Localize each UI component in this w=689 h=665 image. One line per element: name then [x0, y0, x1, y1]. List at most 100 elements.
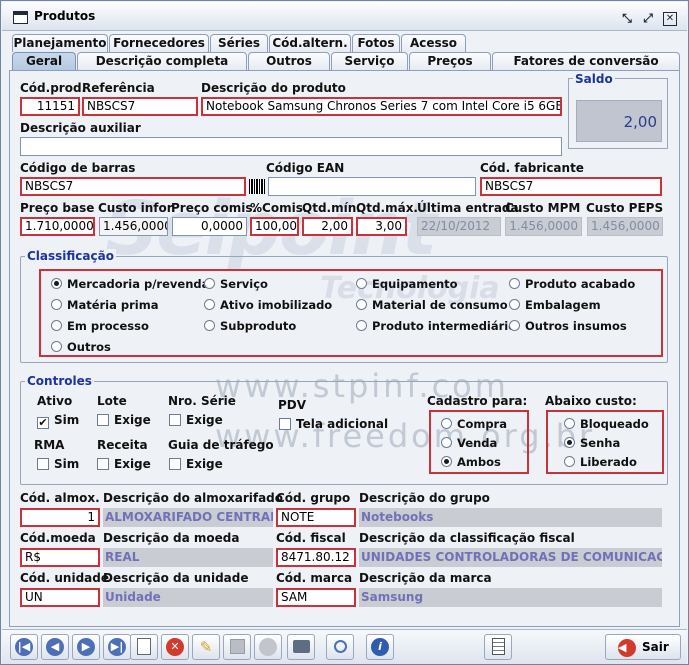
custo-mpm-field: 1.456,0000 — [505, 217, 582, 236]
referencia-field[interactable]: NBSCS7 — [82, 97, 198, 116]
radio-outros-insumos[interactable]: Outros insumos — [509, 319, 627, 333]
cod-fiscal-field[interactable]: 8471.80.12 — [276, 548, 356, 567]
guia-trafego-checkbox[interactable]: Exige — [169, 457, 223, 471]
radio-compra[interactable]: Compra — [441, 417, 507, 431]
barcode-icon[interactable] — [249, 179, 265, 194]
close-icon[interactable]: ✕ — [663, 12, 677, 26]
first-icon: |◀ — [15, 637, 33, 656]
tab-outros[interactable]: Outros — [248, 52, 330, 70]
delete-button[interactable]: ✕ — [161, 634, 189, 660]
save-icon — [229, 639, 245, 654]
radio-ativo-imobilizado[interactable]: Ativo imobilizado — [204, 298, 332, 312]
maximize-icon[interactable]: ⤢ — [641, 12, 655, 26]
radio-produto-acabado[interactable]: Produto acabado — [509, 277, 635, 291]
tab-precos[interactable]: Preços — [409, 52, 491, 70]
radio-liberado[interactable]: Liberado — [564, 455, 637, 469]
new-record-button[interactable] — [130, 634, 158, 660]
desc-almox-label: Descrição do almoxarifado — [103, 491, 284, 505]
radio-outros[interactable]: Outros — [51, 340, 111, 354]
radio-button-icon — [509, 299, 520, 310]
minimize-icon[interactable]: ⤡ — [620, 12, 634, 26]
tab-descricao-completa[interactable]: Descrição completa — [77, 52, 247, 70]
radio-produto-intermediario[interactable]: Produto intermediário — [356, 319, 516, 333]
cancel-button[interactable] — [254, 634, 282, 660]
saldo-value: 2,00 — [576, 100, 662, 142]
radio-button-icon — [509, 278, 520, 289]
controles-group: Controles Ativo ✔ Sim Lote Exige Nro. Sér… — [20, 374, 668, 485]
delete-icon: ✕ — [166, 637, 184, 656]
qtd-max-field[interactable]: 3,00 — [356, 217, 407, 236]
geral-panel: Seipoint Tecnologia www.stpinf.com www.f… — [9, 70, 680, 627]
cod-prod-field[interactable]: 11151 — [20, 97, 80, 116]
desc-aux-label: Descrição auxiliar — [20, 121, 141, 135]
referencia-label: Referência — [82, 81, 155, 95]
lote-label: Lote — [97, 394, 127, 408]
tab-acesso[interactable]: Acesso — [401, 34, 466, 52]
cod-moeda-field[interactable]: R$ — [20, 548, 100, 567]
info-icon: i — [371, 637, 389, 656]
custo-infor-field[interactable]: 1.456,0000 — [99, 217, 168, 236]
exit-button[interactable]: ◀ Sair — [605, 634, 681, 660]
radio-embalagem[interactable]: Embalagem — [509, 298, 601, 312]
cod-almox-field[interactable]: 1 — [20, 508, 100, 527]
radio-subproduto[interactable]: Subproduto — [204, 319, 296, 333]
tab-planejamento[interactable]: Planejamento — [12, 34, 108, 52]
edit-button[interactable]: ✎ — [192, 634, 220, 660]
comis-field[interactable]: 100,00 — [250, 217, 299, 236]
rma-checkbox[interactable]: Sim — [37, 457, 79, 471]
qtd-min-label: Qtd.mín. — [302, 201, 361, 215]
search-button[interactable] — [326, 634, 354, 660]
radio-bloqueado[interactable]: Bloqueado — [564, 417, 649, 431]
save-button[interactable] — [223, 634, 251, 660]
saldo-label: Saldo — [573, 72, 615, 86]
nro-serie-checkbox[interactable]: Exige — [169, 413, 223, 427]
tab-geral[interactable]: Geral — [12, 52, 76, 70]
cod-ean-field[interactable] — [268, 177, 476, 196]
pdv-checkbox[interactable]: Tela adicional — [279, 417, 388, 431]
lote-checkbox[interactable]: Exige — [97, 413, 151, 427]
desc-aux-field[interactable] — [20, 137, 562, 156]
checkbox-icon — [169, 458, 181, 470]
tab-fatores-conversao[interactable]: Fatores de conversão — [492, 52, 680, 70]
cod-marca-field[interactable]: SAM — [276, 588, 356, 607]
cod-grupo-label: Cód. grupo — [276, 491, 351, 505]
descricao-field[interactable]: Notebook Samsung Chronos Series 7 com In… — [201, 97, 562, 116]
tab-fornecedores[interactable]: Fornecedores — [109, 34, 209, 52]
descricao-label: Descrição do produto — [201, 81, 346, 95]
tab-fotos[interactable]: Fotos — [352, 34, 400, 52]
preco-base-field[interactable]: 1.710,0000 — [20, 217, 95, 236]
next-record-button[interactable]: ▶ — [72, 634, 100, 660]
classificacao-group: Classificação Mercadoria p/revenda Servi… — [20, 249, 668, 363]
radio-ambos[interactable]: Ambos — [441, 455, 501, 469]
radio-equipamento[interactable]: Equipamento — [356, 277, 458, 291]
ativo-label: Ativo — [37, 394, 73, 408]
tab-servico[interactable]: Serviço — [331, 52, 408, 70]
cod-grupo-field[interactable]: NOTE — [276, 508, 356, 527]
last-record-button[interactable]: ▶| — [103, 634, 131, 660]
radio-em-processo[interactable]: Em processo — [51, 319, 149, 333]
cod-unidade-field[interactable]: UN — [20, 588, 100, 607]
guia-trafego-label: Guia de tráfego — [168, 438, 274, 452]
tab-series[interactable]: Séries — [210, 34, 268, 52]
radio-button-icon — [51, 320, 62, 331]
first-record-button[interactable]: |◀ — [10, 634, 38, 660]
info-button[interactable]: i — [366, 634, 394, 660]
qtd-max-label: Qtd.máx. — [356, 201, 418, 215]
report-button[interactable] — [484, 634, 512, 660]
radio-servico[interactable]: Serviço — [204, 277, 268, 291]
desc-unidade-label: Descrição da unidade — [103, 571, 249, 585]
preco-comis-field[interactable]: 0,0000 — [172, 217, 247, 236]
radio-material-consumo[interactable]: Material de consumo — [356, 298, 508, 312]
radio-venda[interactable]: Venda — [441, 436, 497, 450]
qtd-min-field[interactable]: 2,00 — [302, 217, 353, 236]
cod-barras-field[interactable]: NBSCS7 — [20, 177, 246, 196]
print-button[interactable] — [287, 634, 315, 660]
radio-senha[interactable]: Senha — [564, 436, 620, 450]
receita-checkbox[interactable]: Exige — [97, 457, 151, 471]
ativo-checkbox[interactable]: ✔ Sim — [37, 413, 79, 429]
radio-mercadoria-revenda[interactable]: Mercadoria p/revenda — [51, 277, 209, 291]
cod-fabricante-field[interactable]: NBSCS7 — [480, 177, 662, 196]
radio-materia-prima[interactable]: Matéria prima — [51, 298, 158, 312]
previous-record-button[interactable]: ◀ — [41, 634, 69, 660]
tab-cod-altern[interactable]: Cód.altern. — [269, 34, 351, 52]
